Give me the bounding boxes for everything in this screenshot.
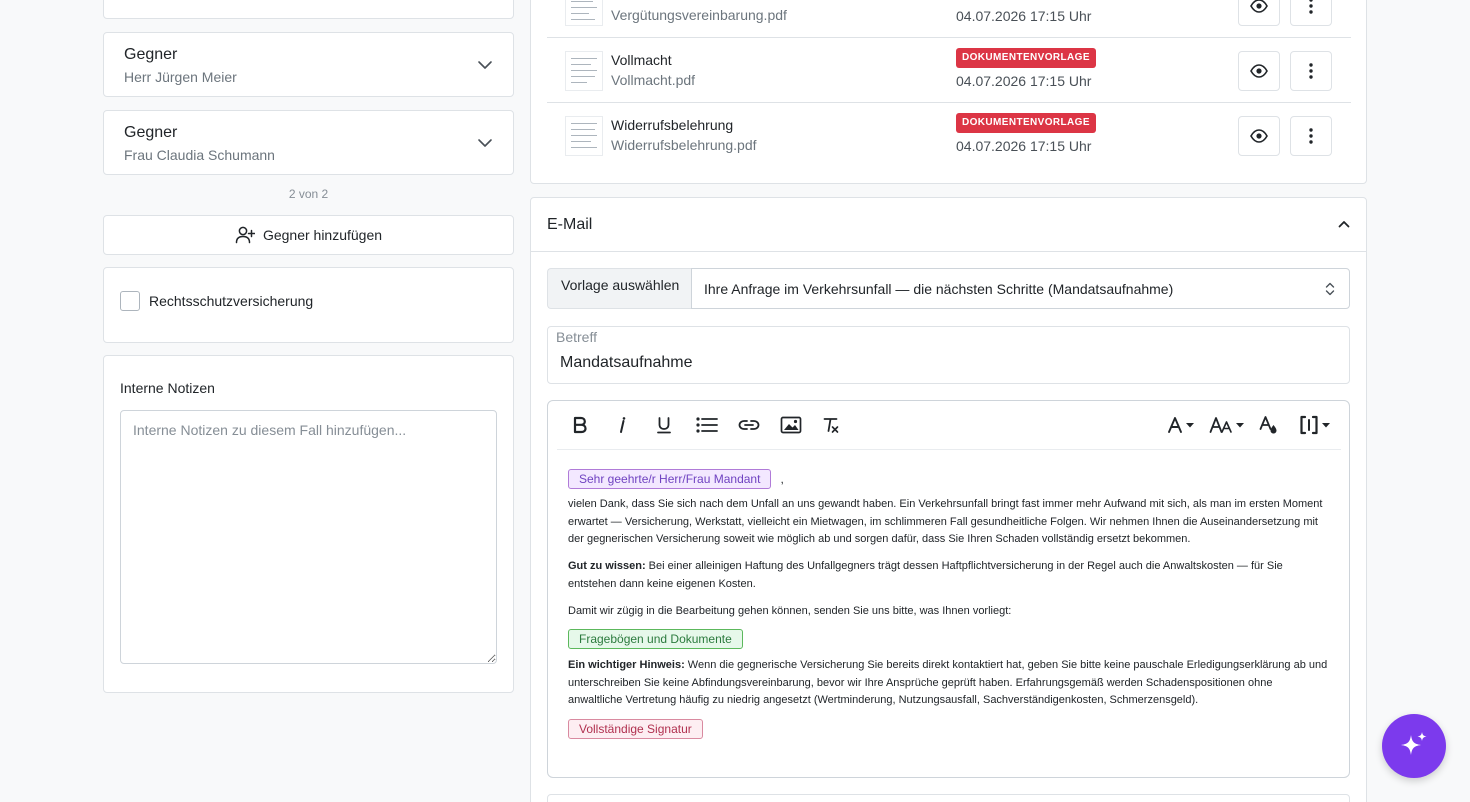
document-thumbnail [565,0,603,26]
email-editor: Sehr geehrte/r Herr/Frau Mandant , viele… [547,400,1350,778]
legal-insurance-card: Rechtsschutzversicherung [103,267,514,343]
internal-notes-card: Interne Notizen [103,355,514,693]
more-vertical-icon [1309,63,1313,79]
more-options-button[interactable] [1290,116,1332,156]
document-timestamp: 04.07.2026 17:15 Uhr [956,138,1092,154]
bullet-list-icon[interactable] [696,413,718,437]
more-vertical-icon [1309,128,1313,144]
underline-icon[interactable] [656,413,672,437]
next-section-card [547,794,1350,802]
more-options-button[interactable] [1290,51,1332,91]
salutation-line: Sehr geehrte/r Herr/Frau Mandant , [568,469,1328,490]
salutation-placeholder-tag[interactable]: Sehr geehrte/r Herr/Frau Mandant [568,469,772,489]
template-selected-value: Ihre Anfrage im Verkehrsunfall — die näc… [704,281,1174,297]
add-opponent-button[interactable]: Gegner hinzufügen [103,215,514,255]
font-family-icon[interactable] [1167,413,1194,437]
placeholder-icon[interactable] [1299,413,1330,437]
sparkle-icon [1397,729,1431,763]
signature-placeholder-tag[interactable]: Vollständige Signatur [568,719,703,739]
opponent-label: Gegner [124,124,178,141]
salutation-suffix: , [780,472,784,486]
text-color-icon[interactable] [1259,413,1279,437]
preview-button[interactable] [1238,116,1280,156]
sort-icon [1325,281,1335,297]
body-paragraph-4: Ein wichtiger Hinweis: Wenn die gegneris… [568,657,1328,710]
clear-format-icon[interactable] [822,413,840,437]
questionnaire-placeholder-tag[interactable]: Fragebögen und Dokumente [568,629,743,649]
document-template-badge: DOKUMENTENVORLAGE [956,113,1096,133]
template-select[interactable]: Ihre Anfrage im Verkehrsunfall — die näc… [691,268,1350,309]
bold-icon[interactable] [572,413,588,437]
body-paragraph-1: vielen Dank, dass Sie sich nach dem Unfa… [568,498,1323,545]
chevron-down-icon[interactable] [477,135,493,151]
questionnaire-line: Fragebögen und Dokumente [568,629,1328,650]
email-card-header[interactable]: E-Mail [531,198,1366,252]
opponent-card-1[interactable]: Gegner Herr Jürgen Meier [103,32,514,97]
chevron-up-icon[interactable] [1338,219,1350,229]
email-card: E-Mail Vorlage auswählen Ihre Anfrage im… [530,197,1367,802]
good-to-know-text: Bei einer alleinigen Haftung des Unfallg… [568,560,1283,590]
legal-insurance-label[interactable]: Rechtsschutzversicherung [149,290,313,312]
opponent-label: Gegner [124,46,178,63]
document-name[interactable]: Widerrufsbelehrung [611,117,733,133]
documents-card: Vergütungsvereinbarung.pdf 04.07.2026 17… [530,0,1367,184]
document-thumbnail [565,51,603,91]
document-row[interactable]: Widerrufsbelehrung Widerrufsbelehrung.pd… [547,103,1351,168]
eye-icon [1250,64,1268,78]
preview-button[interactable] [1238,51,1280,91]
subject-input[interactable]: Mandatsaufnahme [560,354,693,372]
document-row[interactable]: Vollmacht Vollmacht.pdf DOKUMENTENVORLAG… [547,38,1351,103]
signature-line: Vollständige Signatur [568,719,1328,740]
subject-label: Betreff [556,329,597,345]
ai-assistant-button[interactable] [1382,714,1446,778]
internal-notes-textarea[interactable] [120,410,497,664]
document-filename[interactable]: Widerrufsbelehrung.pdf [611,137,757,153]
more-vertical-icon [1309,0,1313,14]
preview-button[interactable] [1238,0,1280,26]
important-note-label: Ein wichtiger Hinweis: [568,659,685,671]
document-row[interactable]: Vergütungsvereinbarung.pdf 04.07.2026 17… [547,0,1351,38]
internal-notes-title: Interne Notizen [120,380,215,396]
eye-icon [1250,0,1268,13]
editor-toolbar [557,401,1341,450]
opponent-name: Herr Jürgen Meier [124,69,237,85]
document-filename[interactable]: Vergütungsvereinbarung.pdf [611,7,787,23]
email-section-title: E-Mail [547,216,593,233]
good-to-know-label: Gut zu wissen: [568,560,646,572]
opponent-name: Frau Claudia Schumann [124,147,275,163]
user-plus-icon [235,226,255,244]
document-timestamp: 04.07.2026 17:15 Uhr [956,8,1092,24]
template-selector: Vorlage auswählen Ihre Anfrage im Verkeh… [547,268,1350,309]
body-paragraph-3: Damit wir zügig in die Bearbeitung gehen… [568,605,1012,617]
document-thumbnail [565,116,603,156]
template-label: Vorlage auswählen [547,268,691,309]
add-opponent-label: Gegner hinzufügen [262,227,383,243]
document-name[interactable]: Vollmacht [611,52,672,68]
link-icon[interactable] [738,413,760,437]
more-options-button[interactable] [1290,0,1332,26]
italic-icon[interactable] [616,413,628,437]
subject-field[interactable]: Betreff Mandatsaufnahme [547,326,1350,384]
opponent-counter: 2 von 2 [288,187,329,201]
chevron-down-icon[interactable] [477,57,493,73]
eye-icon [1250,129,1268,143]
body-paragraph-2: Gut zu wissen: Bei einer alleinigen Haft… [568,558,1328,593]
font-size-icon[interactable] [1209,413,1244,437]
legal-insurance-checkbox[interactable] [120,291,140,311]
document-timestamp: 04.07.2026 17:15 Uhr [956,73,1092,89]
document-template-badge: DOKUMENTENVORLAGE [956,48,1096,68]
document-filename[interactable]: Vollmacht.pdf [611,72,695,88]
opponent-card-2[interactable]: Gegner Frau Claudia Schumann [103,110,514,175]
image-icon[interactable] [780,413,802,437]
previous-card [103,0,514,19]
